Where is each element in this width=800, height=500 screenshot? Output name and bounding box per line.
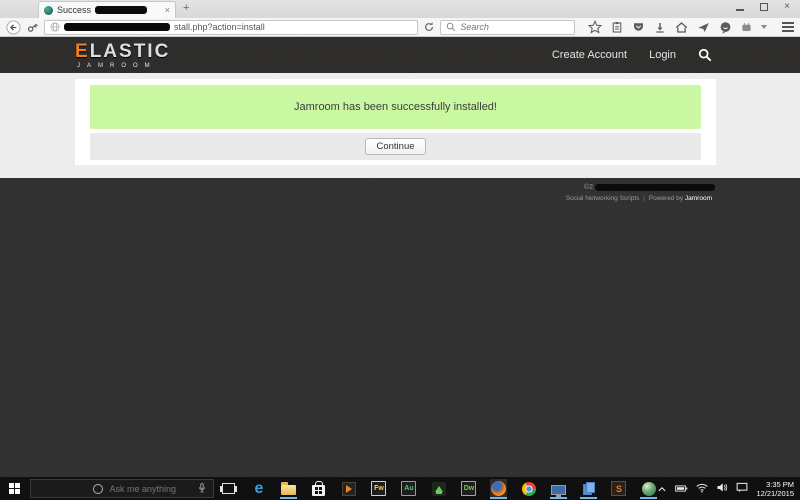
button-row: Continue [90,133,701,160]
toolbar-buttons [588,20,794,34]
site-favicon-icon [44,6,53,15]
windows-logo-icon [9,483,20,494]
edge-icon[interactable]: e [250,479,267,498]
tab-close-icon[interactable]: × [165,5,170,15]
screen: Success × + × stall.php?action=install [0,0,800,500]
task-view-icon[interactable] [220,479,237,498]
home-icon[interactable] [675,21,688,34]
browser-tab-strip: Success × + × [0,0,800,18]
success-alert: Jamroom has been successfully installed! [90,85,701,129]
bookmark-star-icon[interactable] [588,20,602,34]
cortana-input[interactable] [109,484,191,494]
url-bar[interactable]: stall.php?action=install [44,20,418,35]
addon-icon[interactable] [741,22,752,33]
start-button[interactable] [0,477,28,500]
tray-chevron-icon[interactable] [657,480,667,498]
reload-icon[interactable] [423,21,435,33]
dreamweaver-icon[interactable]: Dw [460,479,477,498]
wifi-icon[interactable] [696,480,708,498]
upload-app-icon[interactable] [430,479,447,498]
create-account-link[interactable]: Create Account [552,49,627,61]
tab-title: Success [57,5,91,15]
credit-powered-text: Powered by [649,195,683,202]
system-tray: 3:35 PM 12/21/2015 [657,477,800,500]
cortana-icon [93,484,103,494]
pocket-icon[interactable] [632,21,645,33]
browser-toolbar: stall.php?action=install [0,18,800,37]
site-search-icon[interactable] [698,48,712,62]
search-input[interactable] [460,22,560,32]
header-nav: Create Account Login [552,48,712,62]
globe-app-icon[interactable] [640,479,657,498]
elastic-jamroom-logo[interactable]: ELASTIC JAMROOM [75,42,170,69]
window-controls: × [736,2,790,12]
downloads-icon[interactable] [654,21,666,34]
window-restore-button[interactable] [760,3,768,11]
window-close-button[interactable]: × [784,2,790,12]
fireworks-icon[interactable]: Fw [370,479,387,498]
cortana-search-box[interactable] [30,479,214,498]
notes-app-icon[interactable] [580,479,597,498]
success-message: Jamroom has been successfully installed! [294,101,497,113]
url-text: stall.php?action=install [174,22,265,32]
menu-icon[interactable] [782,22,794,32]
audition-icon[interactable]: Au [400,479,417,498]
volume-icon[interactable] [716,480,728,498]
content-card: Jamroom has been successfully installed!… [75,79,716,165]
footer-credits: Social Networking Scripts | Powered by J… [566,195,712,202]
redaction-bar [595,184,715,191]
continue-button[interactable]: Continue [365,138,425,155]
remote-desktop-icon[interactable] [550,479,567,498]
window-minimize-button[interactable] [736,9,744,11]
search-box[interactable] [440,20,575,35]
bookmarks-clipboard-icon[interactable] [611,21,623,34]
battery-icon[interactable] [675,480,688,498]
share-plane-icon[interactable] [697,21,710,34]
browser-tab[interactable]: Success × [38,1,176,18]
action-center-icon[interactable] [736,480,748,498]
page-body: Jamroom has been successfully installed!… [0,73,800,178]
clock-time: 3:35 PM [756,480,794,489]
redaction-bar [95,6,147,14]
credit-scripts-link[interactable]: Social Networking Scripts [566,195,640,202]
copyright-text: ©2 [584,184,593,191]
site-footer: ©2 Social Networking Scripts | Powered b… [0,178,800,477]
logo-subtext: JAMROOM [77,63,170,69]
microphone-icon[interactable] [197,482,207,495]
hello-chat-icon[interactable] [719,21,732,34]
redaction-bar [64,23,170,31]
key-icon[interactable] [26,21,39,34]
file-explorer-icon[interactable] [280,479,297,498]
logo-text: ELASTIC [75,42,170,61]
firefox-icon[interactable] [490,479,507,498]
taskbar-clock[interactable]: 3:35 PM 12/21/2015 [756,480,796,498]
media-player-icon[interactable] [340,479,357,498]
logo-accent-letter: E [75,41,90,62]
new-tab-button[interactable]: + [183,2,189,14]
logo-rest: LASTIC [90,41,171,62]
credit-divider: | [643,195,645,202]
homesite-icon[interactable]: S [610,479,627,498]
site-identity-icon[interactable] [50,22,60,32]
search-icon [446,22,456,32]
site-header: ELASTIC JAMROOM Create Account Login [0,37,800,73]
windows-store-icon[interactable] [310,479,327,498]
clock-date: 12/21/2015 [756,489,794,498]
windows-taskbar: e Fw Au Dw S [0,477,800,500]
chevron-down-icon[interactable] [761,25,767,29]
credit-jamroom-link[interactable]: Jamroom [685,195,712,202]
login-link[interactable]: Login [649,49,676,61]
back-icon[interactable] [6,20,21,35]
copyright-row: ©2 [584,184,715,191]
chrome-icon[interactable] [520,479,537,498]
taskbar-apps: e Fw Au Dw S [220,477,657,500]
